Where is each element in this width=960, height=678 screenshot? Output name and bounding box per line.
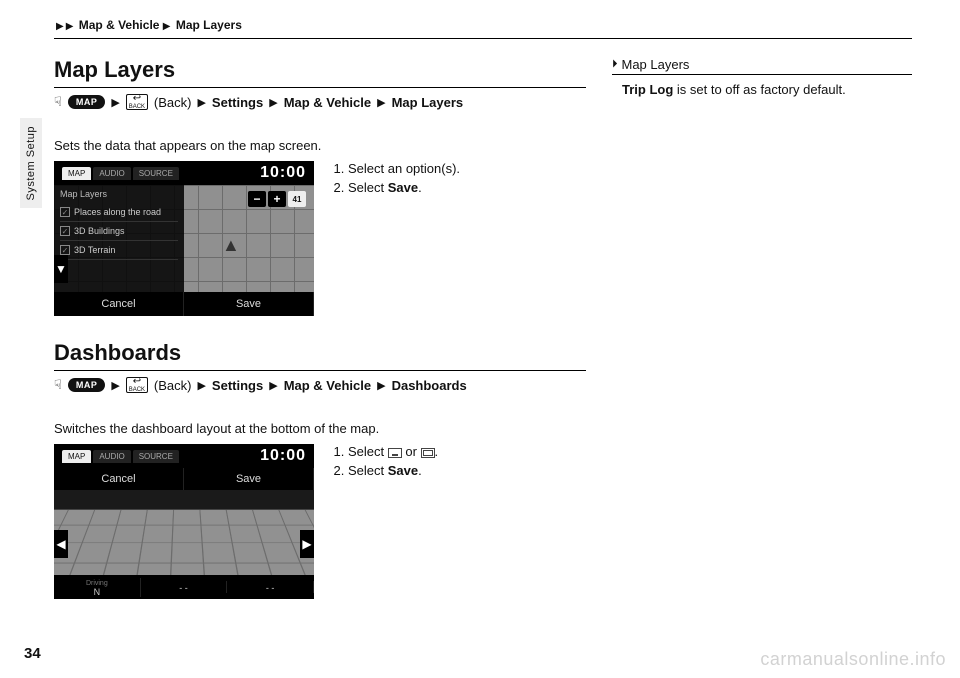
list-item: ✓3D Buildings: [60, 222, 178, 241]
map-button-icon: MAP: [68, 378, 106, 392]
save-button: Save: [184, 468, 314, 490]
tab-audio: AUDIO: [93, 167, 130, 180]
section-dashboards: Dashboards ☟ MAP ▶ BACK (Back) ▶ Setting…: [54, 340, 586, 403]
tab-source: SOURCE: [133, 167, 179, 180]
save-button: Save: [184, 292, 314, 316]
watermark: carmanualsonline.info: [760, 649, 946, 670]
steps-list: Select an option(s). Select Save.: [330, 161, 460, 199]
side-tab-label: System Setup: [25, 126, 37, 200]
chevron-icon: ▶: [56, 21, 64, 32]
back-icon: BACK: [126, 377, 148, 393]
section-map-layers: Map Layers ☟ MAP ▶ BACK (Back) ▶ Setting…: [54, 57, 586, 120]
dashboard-layout-a-icon: [388, 448, 402, 458]
chevron-icon: ▶: [377, 96, 385, 109]
zoom-badge: 41: [288, 191, 306, 207]
tab-source: SOURCE: [133, 450, 179, 463]
dashboard-bar: DrivingN - - - -: [54, 575, 314, 599]
chevron-icon: ▶: [163, 21, 171, 32]
section-title: Map Layers: [54, 57, 586, 83]
path-settings: Settings: [212, 378, 263, 393]
chevron-icon: ▶: [111, 379, 119, 392]
map-button-icon: MAP: [68, 95, 106, 109]
map-grid-3d: [54, 509, 314, 575]
back-label: (Back): [154, 378, 192, 393]
tab-map: MAP: [62, 167, 91, 180]
cancel-button: Cancel: [54, 468, 184, 490]
sidebar-note: ⏵Map Layers Trip Log is set to off as fa…: [612, 57, 912, 599]
clock: 10:00: [260, 447, 306, 465]
arrow-right-icon: ▶: [300, 530, 314, 558]
chevron-icon: ▶: [377, 379, 385, 392]
cursor-icon: ▲: [222, 235, 240, 256]
sidebar-body: Trip Log is set to off as factory defaul…: [612, 81, 912, 99]
section-description: Switches the dashboard layout at the bot…: [54, 421, 586, 436]
chevron-icon: ▶: [197, 379, 205, 392]
dash-segment: DrivingN: [54, 578, 141, 597]
checkbox-icon: ✓: [60, 245, 70, 255]
path-leaf: Dashboards: [392, 378, 467, 393]
dashboard-layout-b-icon: [421, 448, 435, 458]
nav-path: ☟ MAP ▶ BACK (Back) ▶ Settings ▶ Map & V…: [54, 88, 586, 120]
step: Select Save.: [348, 463, 438, 478]
breadcrumb-b: Map Layers: [176, 18, 242, 32]
list-item: ✓3D Terrain: [60, 241, 178, 260]
clock: 10:00: [260, 164, 306, 182]
breadcrumb: ▶▶ Map & Vehicle ▶ Map Layers: [54, 18, 912, 38]
step: Select or .: [348, 444, 438, 459]
path-leaf: Map Layers: [392, 95, 464, 110]
chevron-icon: ▶: [111, 96, 119, 109]
screenshot-dashboards: MAP AUDIO SOURCE 10:00 Cancel Save ◀ ▶: [54, 444, 314, 599]
chevron-icon: ▶: [269, 379, 277, 392]
arrow-left-icon: ◀: [54, 530, 68, 558]
checkbox-icon: ✓: [60, 226, 70, 236]
side-tab: System Setup: [20, 118, 42, 208]
screenshot-map-layers: MAP AUDIO SOURCE 10:00 Map Layers ✓Place…: [54, 161, 314, 316]
section-title: Dashboards: [54, 340, 586, 366]
arrow-down-icon: ▼: [54, 255, 68, 283]
breadcrumb-a: Map & Vehicle: [79, 18, 160, 32]
layers-panel: Map Layers ✓Places along the road ✓3D Bu…: [54, 185, 184, 292]
checkbox-icon: ✓: [60, 207, 70, 217]
sidebar-heading: ⏵Map Layers: [612, 57, 912, 74]
path-mv: Map & Vehicle: [284, 95, 371, 110]
path-mv: Map & Vehicle: [284, 378, 371, 393]
panel-title: Map Layers: [60, 189, 178, 199]
page-number: 34: [24, 645, 41, 662]
nav-path: ☟ MAP ▶ BACK (Back) ▶ Settings ▶ Map & V…: [54, 371, 586, 403]
dash-segment: - -: [141, 581, 228, 593]
chevron-icon: ▶: [197, 96, 205, 109]
dash-segment: - -: [227, 581, 314, 593]
hand-icon: ☟: [54, 94, 62, 110]
cancel-button: Cancel: [54, 292, 184, 316]
double-chevron-icon: ⏵: [612, 58, 618, 71]
chevron-icon: ▶: [269, 96, 277, 109]
tab-audio: AUDIO: [93, 450, 130, 463]
list-item: ✓Places along the road: [60, 203, 178, 222]
back-icon: BACK: [126, 94, 148, 110]
section-description: Sets the data that appears on the map sc…: [54, 138, 586, 153]
zoom-in-icon: +: [268, 191, 286, 207]
step: Select Save.: [348, 180, 460, 195]
zoom-out-icon: −: [248, 191, 266, 207]
path-settings: Settings: [212, 95, 263, 110]
steps-list: Select or . Select Save.: [330, 444, 438, 482]
back-label: (Back): [154, 95, 192, 110]
chevron-icon: ▶: [66, 21, 74, 32]
zoom-controls: − + 41: [248, 191, 306, 207]
hand-icon: ☟: [54, 377, 62, 393]
step: Select an option(s).: [348, 161, 460, 176]
tab-map: MAP: [62, 450, 91, 463]
